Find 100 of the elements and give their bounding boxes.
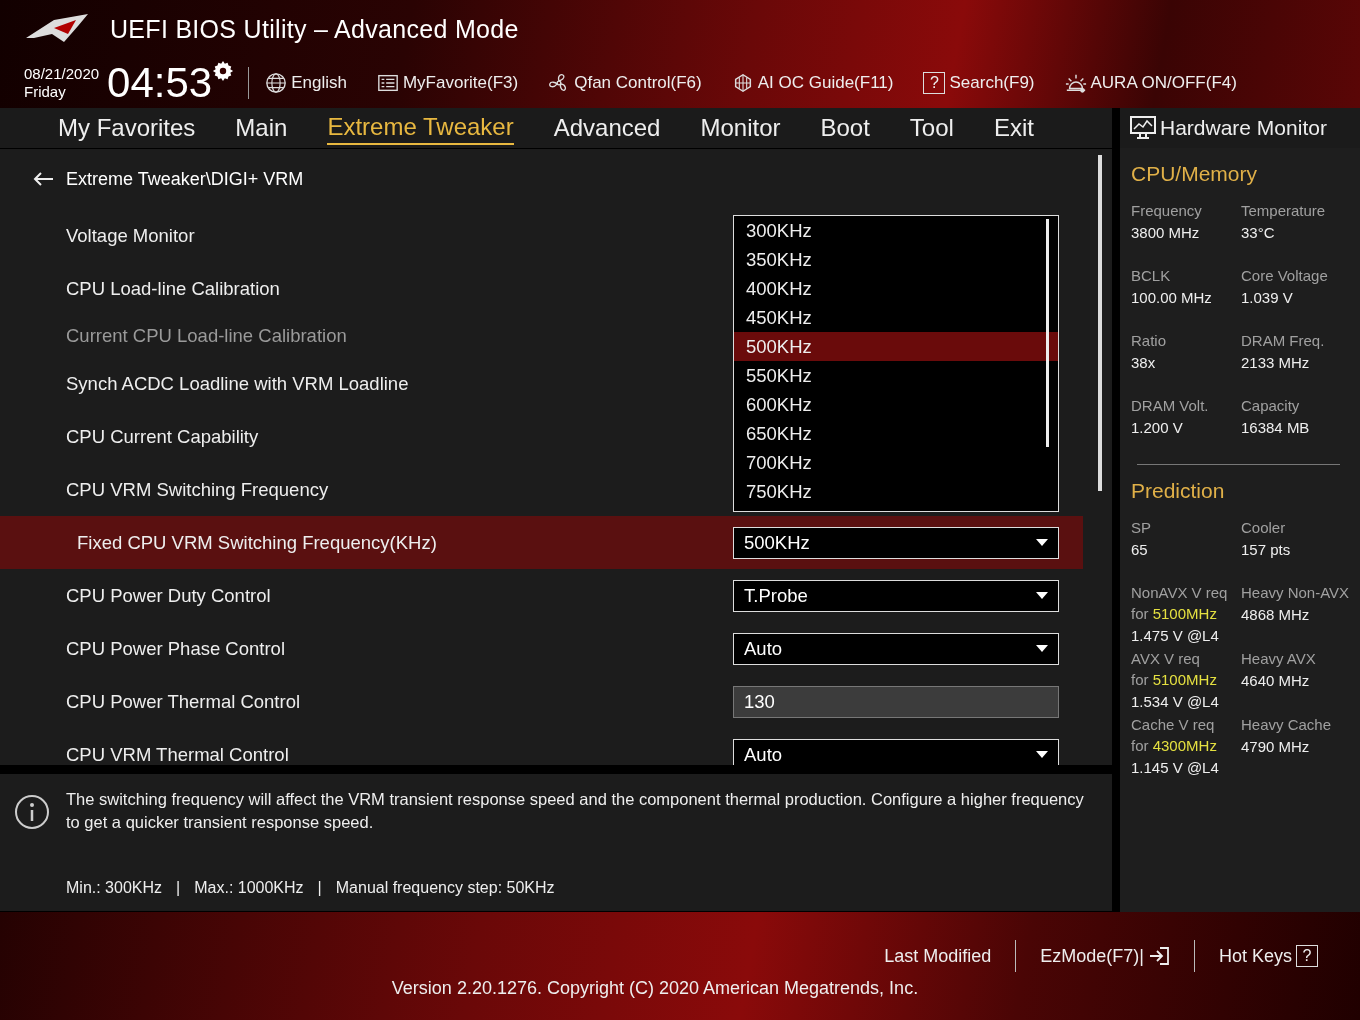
stat-label: Heavy Non-AVX <box>1241 583 1351 603</box>
date-text: 08/21/2020 <box>24 65 100 83</box>
stat-value: 2133 MHz <box>1241 353 1311 373</box>
menu-tab[interactable]: My Favorites <box>58 112 196 144</box>
setting-row[interactable]: CPU VRM Switching Frequency <box>0 463 720 516</box>
stat-value: 16384 MB <box>1241 418 1311 438</box>
gear-icon[interactable] <box>212 60 235 82</box>
stat-value: 1.534 V @L4 <box>1131 692 1220 712</box>
stat-label: DRAM Volt. <box>1131 396 1210 416</box>
setting-row[interactable]: Synch ACDC Loadline with VRM Loadline <box>0 357 720 410</box>
stat-label: Heavy AVX <box>1241 649 1317 669</box>
section-title: Prediction <box>1131 479 1226 503</box>
separator-text: | <box>176 878 181 898</box>
toolbar-button[interactable]: AI OC Guide(F11) <box>731 72 894 94</box>
stat-label: Ratio <box>1131 331 1168 351</box>
dropdown-option[interactable]: 350KHz <box>734 245 1058 275</box>
exit-icon <box>1147 946 1170 966</box>
stat-value: 1.475 V @L4 <box>1131 626 1220 646</box>
dropdown-option[interactable]: 750KHz <box>734 477 1058 507</box>
stat-value: 38x <box>1131 353 1157 373</box>
panel-title: Hardware Monitor <box>1160 116 1327 140</box>
dropdown-option[interactable]: 450KHz <box>734 303 1058 333</box>
input-field[interactable]: 130 <box>733 685 1059 718</box>
dropdown-field[interactable]: T.Probe <box>733 579 1059 612</box>
stat-label: SP <box>1131 518 1152 538</box>
stat-label: BCLK <box>1131 266 1172 286</box>
menu-tab[interactable]: Boot <box>820 112 870 144</box>
menu-tab[interactable]: Tool <box>909 112 954 144</box>
caret-icon <box>1036 645 1048 652</box>
back-arrow-icon[interactable] <box>32 171 54 187</box>
stat-value: 65 <box>1131 540 1149 560</box>
setting-label: Current CPU Load-line Calibration <box>66 325 347 347</box>
setting-row[interactable]: Voltage Monitor <box>0 209 720 262</box>
setting-label[interactable]: CPU Current Capability <box>66 425 259 448</box>
setting-row[interactable]: CPU Load-line Calibration <box>0 262 720 315</box>
dropdown-field[interactable]: Auto <box>733 632 1059 665</box>
stat-label: DRAM Freq. <box>1241 331 1326 351</box>
scrollbar[interactable] <box>1046 219 1049 447</box>
dropdown-option[interactable]: 550KHz <box>734 361 1058 391</box>
stat-label: Core Voltage <box>1241 266 1329 286</box>
menu-tab[interactable]: Monitor <box>700 112 781 144</box>
separator-text: | <box>317 878 322 898</box>
setting-label[interactable]: CPU Power Phase Control <box>66 637 285 660</box>
day-text: Friday <box>24 83 67 101</box>
section-title: CPU/Memory <box>1131 162 1258 186</box>
menu-tab[interactable]: Extreme Tweaker <box>327 111 514 145</box>
dropdown-option[interactable]: 300KHz <box>734 216 1058 246</box>
menu-tab[interactable]: Exit <box>993 112 1034 144</box>
dropdown-option[interactable]: 650KHz <box>734 419 1058 449</box>
toolbar-button[interactable]: Qfan Control(F6) <box>548 72 702 94</box>
dropdown-value: T.Probe <box>744 584 808 607</box>
stat-label: Heavy Cache <box>1241 715 1333 735</box>
setting-row[interactable]: CPU Power Duty Control T.Probe <box>0 569 1083 622</box>
caret-icon <box>1036 539 1048 546</box>
setting-label[interactable]: CPU Power Duty Control <box>66 584 271 607</box>
help-icon: ? <box>923 72 946 94</box>
dropdown-value: 500KHz <box>744 531 810 554</box>
dropdown-field[interactable]: 500KHz <box>733 526 1059 559</box>
selected-row[interactable]: Fixed CPU VRM Switching Frequency(KHz) 500KHz <box>0 516 1083 569</box>
scrollbar[interactable] <box>1098 155 1102 491</box>
dropdown-option[interactable]: 400KHz <box>734 274 1058 304</box>
setting-label[interactable]: CPU Load-line Calibration <box>66 277 280 300</box>
setting-row[interactable]: CPU Power Thermal Control 130 <box>0 675 1083 728</box>
stat-label: for 5100MHz <box>1131 604 1218 624</box>
menu-tab[interactable]: Advanced <box>553 112 661 144</box>
caret-icon <box>1036 751 1048 758</box>
monitor-icon <box>1130 116 1156 140</box>
setting-label[interactable]: Synch ACDC Loadline with VRM Loadline <box>66 372 409 395</box>
breadcrumb-path: Extreme Tweaker\DIGI+ VRM <box>66 168 304 190</box>
setting-row[interactable]: CPU Power Phase Control Auto <box>0 622 1083 675</box>
setting-row[interactable]: CPU Current Capability <box>0 410 720 463</box>
footer-button[interactable]: Last Modified <box>860 945 1016 967</box>
footer-button[interactable]: EzMode(F7)| <box>1016 945 1194 967</box>
setting-row[interactable]: CPU VRM Thermal Control Auto <box>0 728 1083 765</box>
menu-tab[interactable]: Main <box>235 112 288 144</box>
stat-label: for 5100MHz <box>1131 670 1218 690</box>
clock-time: 04:53 <box>107 61 213 105</box>
toolbar-button[interactable]: ? Search(F9) <box>923 72 1035 94</box>
dropdown-field[interactable]: Auto <box>733 738 1059 765</box>
setting-label[interactable]: CPU VRM Thermal Control <box>66 743 289 765</box>
setting-label[interactable]: Voltage Monitor <box>66 224 195 247</box>
setting-label[interactable]: Fixed CPU VRM Switching Frequency(KHz) <box>77 531 437 554</box>
dropdown-option[interactable]: 600KHz <box>734 390 1058 420</box>
stat-value: 1.145 V @L4 <box>1131 758 1220 778</box>
toolbar-button[interactable]: English <box>265 72 347 94</box>
stat-value: 3800 MHz <box>1131 223 1201 243</box>
footer-button[interactable]: Hot Keys ? <box>1194 945 1342 967</box>
dropdown-option[interactable]: 700KHz <box>734 448 1058 478</box>
window-title: UEFI BIOS Utility – Advanced Mode <box>110 14 519 44</box>
limit-text: Max.: 1000KHz <box>194 878 304 898</box>
stat-label: for 4300MHz <box>1131 736 1218 756</box>
toolbar-button[interactable]: AURA ON/OFF(F4) <box>1064 72 1237 94</box>
stat-label: Cache V req <box>1131 715 1216 735</box>
stat-value: 100.00 MHz <box>1131 288 1213 308</box>
setting-label[interactable]: CPU Power Thermal Control <box>66 690 301 713</box>
help-text: The switching frequency will affect the VRM transient response speed and the component thermal production. Configure a higher frequency to get a quicker transient response speed. <box>66 789 1085 833</box>
setting-label[interactable]: CPU VRM Switching Frequency <box>66 478 329 501</box>
toolbar-button[interactable]: MyFavorite(F3) <box>376 72 519 94</box>
limit-text: Min.: 300KHz <box>66 878 163 898</box>
dropdown-option[interactable]: 500KHz <box>734 332 1058 362</box>
